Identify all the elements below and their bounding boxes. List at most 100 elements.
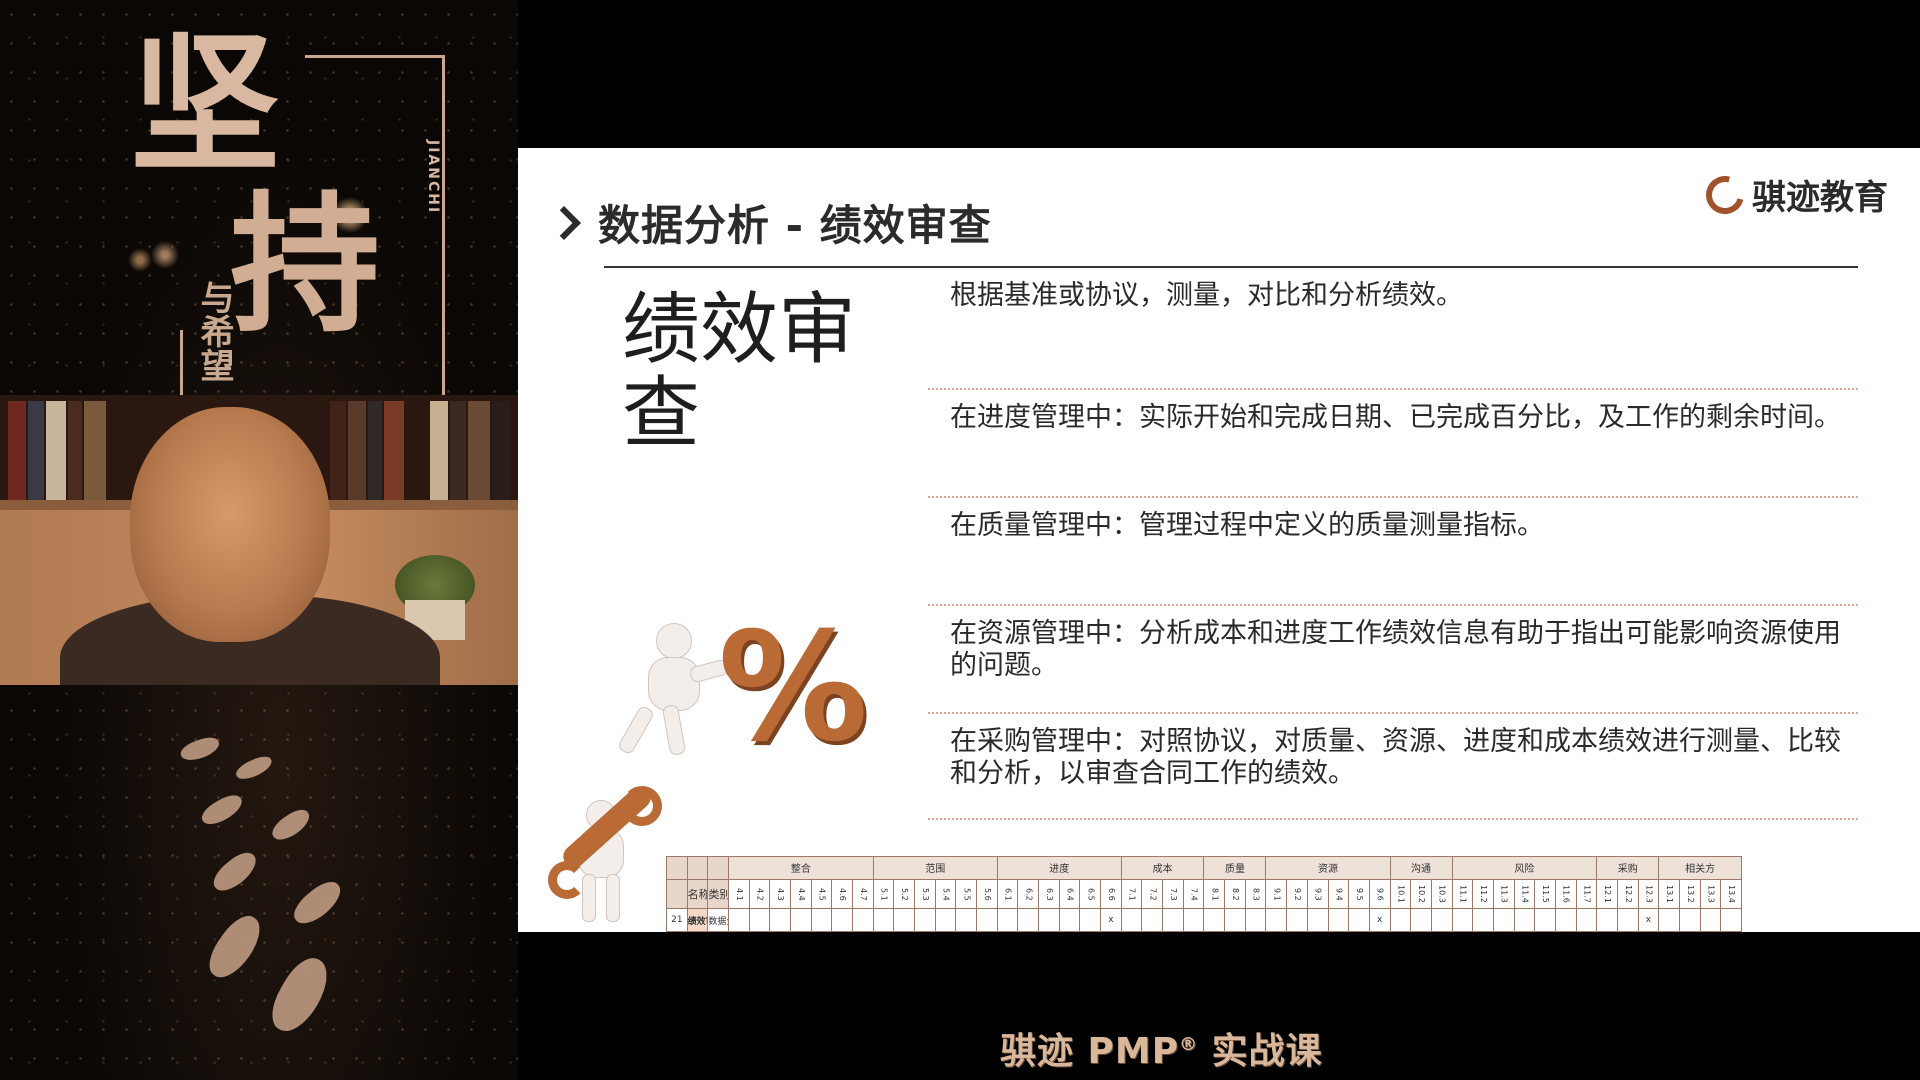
matrix-mark-cell xyxy=(1203,908,1226,932)
matrix-mark-cell xyxy=(852,908,874,932)
matrix-mark-cell xyxy=(914,908,936,932)
matrix-mark-cell xyxy=(790,908,812,932)
poster-title: 坚 持 与希望 JIANCHI xyxy=(130,17,445,420)
matrix-group-header: 范围 xyxy=(872,856,998,880)
wrench-man-illustration xyxy=(548,782,662,926)
matrix-process-code: 4.1 xyxy=(728,878,750,910)
matrix-process-code: 9.1 xyxy=(1265,878,1288,910)
footer-brand: 骐迹 PMP xyxy=(1000,1031,1180,1072)
slide-header: 数据分析 - 绩效审查 xyxy=(547,192,992,253)
matrix-mark-cell xyxy=(1224,908,1246,932)
percent-pushing-illustration: % xyxy=(616,613,868,763)
description-list: 根据基准或协议，测量，对比和分析绩效。 在进度管理中：实际开始和完成日期、已完成… xyxy=(928,280,1858,820)
matrix-process-code: 13.3 xyxy=(1699,878,1722,910)
matrix-process-code: 6.5 xyxy=(1079,878,1102,910)
matrix-mark-cell xyxy=(1430,908,1453,932)
matrix-name-header: 名称 xyxy=(686,878,709,910)
poster-char-2: 持 xyxy=(230,177,381,353)
logo-mark-icon xyxy=(1699,168,1751,221)
matrix-mark-cell: x xyxy=(1100,908,1122,932)
matrix-process-code: 4.2 xyxy=(748,878,771,910)
matrix-mark-cell xyxy=(1658,908,1680,932)
matrix-mark-cell xyxy=(976,908,998,932)
presenter-face xyxy=(130,407,330,642)
matrix-process-code: 7.4 xyxy=(1182,878,1205,910)
matrix-mark-cell xyxy=(1079,908,1102,932)
matrix-mark-cell xyxy=(934,908,957,932)
matrix-group-row: 整合 范围 进度 成本 质量 资源 沟通 风险 采购 相关方 xyxy=(666,856,1742,880)
matrix-process-code: 7.2 xyxy=(1141,878,1164,910)
matrix-group-header: 进度 xyxy=(996,856,1122,880)
matrix-process-code: 4.7 xyxy=(852,878,874,910)
footer-course: 实战课 xyxy=(1198,1031,1323,1072)
matrix-process-code: 7.1 xyxy=(1120,878,1143,910)
matrix-mark-cell xyxy=(1058,908,1081,932)
matrix-mark-cell xyxy=(1575,908,1598,932)
matrix-mark-cell xyxy=(1348,908,1370,932)
matrix-mark-cell xyxy=(996,908,1019,932)
title-divider xyxy=(604,266,1858,268)
matrix-process-code: 5.4 xyxy=(934,878,957,910)
matrix-group-header: 沟通 xyxy=(1389,856,1453,880)
matrix-process-code: 5.6 xyxy=(976,878,998,910)
matrix-mark-cell: x xyxy=(1637,908,1660,932)
matrix-mark-cell xyxy=(1017,908,1040,932)
matrix-process-code: 13.2 xyxy=(1678,878,1701,910)
matrix-process-code: 11.2 xyxy=(1472,878,1494,910)
poster-pinyin: JIANCHI xyxy=(425,140,441,215)
footprints-illustration xyxy=(140,720,440,1050)
slide-title: 数据分析 - 绩效审查 xyxy=(598,201,992,250)
matrix-mark-cell xyxy=(1286,908,1308,932)
description-item: 在进度管理中：实际开始和完成日期、已完成百分比，及工作的剩余时间。 xyxy=(928,388,1858,496)
matrix-mark-cell xyxy=(1472,908,1494,932)
matrix-group-header: 相关方 xyxy=(1658,856,1742,880)
presentation-slide: 数据分析 - 绩效审查 骐迹教育 绩效审查 根据基准或协议，测量，对比和分析绩效… xyxy=(518,148,1920,932)
poster-char-1: 坚 xyxy=(130,17,281,193)
matrix-process-code: 11.1 xyxy=(1451,878,1474,910)
matrix-mark-cell xyxy=(769,908,792,932)
percent-symbol: % xyxy=(718,601,869,775)
description-item: 在资源管理中：分析成本和进度工作绩效信息有助于指出可能影响资源使用的问题。 xyxy=(928,604,1858,712)
matrix-row-index: 21 xyxy=(666,908,688,932)
section-label: 绩效审查 xyxy=(622,285,857,459)
matrix-corner-cell xyxy=(686,856,709,880)
matrix-process-code: 4.6 xyxy=(831,878,854,910)
matrix-mark-cell xyxy=(1616,908,1639,932)
matrix-mark-cell xyxy=(893,908,916,932)
matrix-mark-cell xyxy=(728,908,750,932)
matrix-process-code: 4.3 xyxy=(769,878,792,910)
matrix-row-name: 绩效审查 xyxy=(686,908,709,932)
matrix-group-header: 资源 xyxy=(1265,856,1391,880)
matrix-mark-cell xyxy=(1038,908,1060,932)
matrix-mark-cell xyxy=(872,908,895,932)
matrix-process-code: 13.1 xyxy=(1658,878,1680,910)
matrix-mark-cell xyxy=(1141,908,1164,932)
matrix-mark-cell xyxy=(1120,908,1143,932)
matrix-mark-cell xyxy=(1534,908,1556,932)
matrix-mark-cell xyxy=(1244,908,1267,932)
logo-text: 骐迹教育 xyxy=(1752,178,1888,218)
matrix-process-code: 5.5 xyxy=(955,878,978,910)
matrix-process-code: 6.6 xyxy=(1100,878,1122,910)
matrix-group-header: 采购 xyxy=(1596,856,1660,880)
matrix-mark-cell xyxy=(1410,908,1432,932)
matrix-mark-cell xyxy=(1162,908,1184,932)
matrix-group-header: 整合 xyxy=(728,856,874,880)
matrix-group-header: 风险 xyxy=(1451,856,1598,880)
matrix-mark-cell xyxy=(748,908,771,932)
matrix-process-code: 9.6 xyxy=(1368,878,1391,910)
description-item: 在质量管理中：管理过程中定义的质量测量指标。 xyxy=(928,496,1858,604)
matrix-process-code: 6.2 xyxy=(1017,878,1040,910)
matrix-process-code: 12.1 xyxy=(1596,878,1618,910)
matrix-type-header: 类别 xyxy=(707,878,730,910)
brand-logo: 骐迹教育 xyxy=(1699,168,1888,221)
matrix-mark-cell xyxy=(810,908,833,932)
description-item: 根据基准或协议，测量，对比和分析绩效。 xyxy=(950,280,1463,311)
matrix-corner-cell xyxy=(666,856,688,880)
matrix-code-row: 名称 类别 4.1 4.2 4.3 4.4 4.5 4.6 4.7 5.1 5.2 5.3 5.4 5.5… xyxy=(666,878,1742,910)
matrix-process-code: 9.2 xyxy=(1286,878,1308,910)
matrix-mark-cell xyxy=(1513,908,1536,932)
matrix-process-code: 11.7 xyxy=(1575,878,1598,910)
matrix-process-code: 13.4 xyxy=(1720,878,1742,910)
matrix-process-code: 11.6 xyxy=(1554,878,1577,910)
